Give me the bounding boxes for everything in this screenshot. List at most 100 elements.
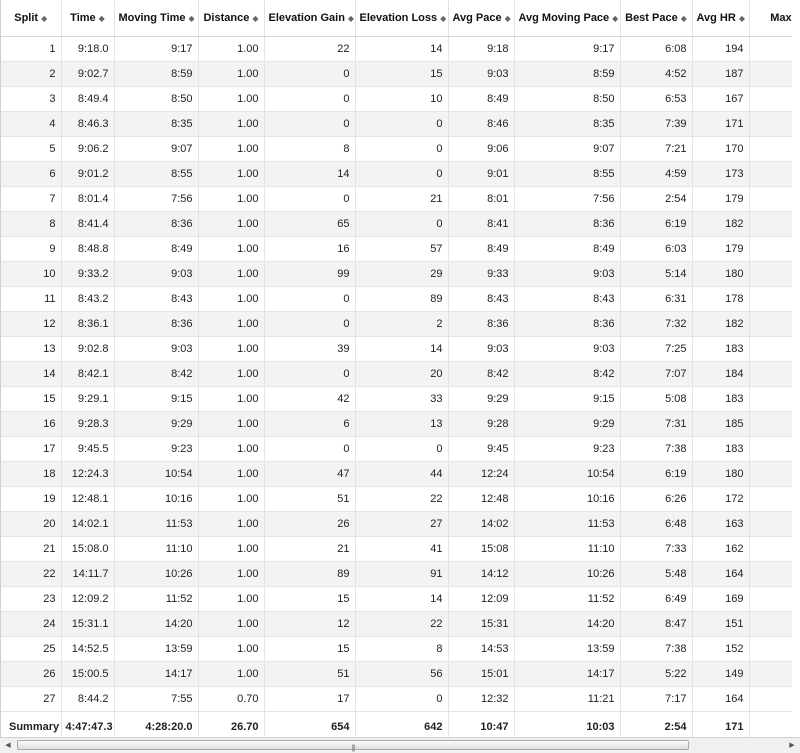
cell-distance: 1.00 (198, 86, 265, 112)
cell-best-pace: 5:14 (620, 261, 693, 287)
cell-avg-pace: 9:45 (448, 436, 515, 462)
cell-max-hr: 1 (749, 686, 792, 712)
cell-moving-time: 8:43 (114, 286, 199, 312)
cell-time: 9:33.2 (61, 261, 115, 287)
cell-moving-time: 9:07 (114, 136, 199, 162)
cell-max-hr: 1 (749, 136, 792, 162)
cell-elevation-gain: 8 (264, 136, 356, 162)
cell-elevation-gain: 14 (264, 161, 356, 187)
column-header-distance[interactable]: Distance ◆ (198, 0, 265, 37)
cell-time: 12:48.1 (61, 486, 115, 512)
cell-distance: 1.00 (198, 336, 265, 362)
column-header-best-pace[interactable]: Best Pace ◆ (620, 0, 693, 37)
cell-split: 24 (1, 611, 62, 637)
cell-max-hr: 1 (749, 411, 792, 437)
cell-time: 15:08.0 (61, 536, 115, 562)
cell-max-hr: 1 (749, 361, 792, 387)
table-row: 2514:52.513:591.0015814:5313:597:381521 (1, 636, 792, 662)
cell-best-pace: 7:21 (620, 136, 693, 162)
column-header-elevation-gain[interactable]: Elevation Gain ◆ (264, 0, 356, 37)
column-header-time[interactable]: Time ◆ (61, 0, 115, 37)
cell-max-hr: 1 (749, 236, 792, 262)
cell-avg-pace: 12:24 (448, 461, 515, 487)
cell-distance: 1.00 (198, 636, 265, 662)
sort-arrows-icon: ◆ (98, 14, 105, 23)
table-row: 2312:09.211:521.00151412:0911:526:491691 (1, 586, 792, 612)
cell-elevation-loss: 0 (355, 161, 449, 187)
cell-elevation-gain: 99 (264, 261, 356, 287)
cell-elevation-loss: 29 (355, 261, 449, 287)
cell-max-hr: 1 (749, 561, 792, 587)
cell-time: 8:01.4 (61, 186, 115, 212)
cell-distance: 1.00 (198, 186, 265, 212)
cell-best-pace: 6:48 (620, 511, 693, 537)
horizontal-scrollbar[interactable]: ◀ ||| ▶ (0, 737, 800, 753)
sort-arrows-icon: ◆ (612, 14, 619, 23)
sort-arrows-icon: ◆ (738, 14, 745, 23)
scroll-left-arrow-icon[interactable]: ◀ (0, 738, 16, 753)
cell-elevation-loss: 0 (355, 111, 449, 137)
table-row: 169:28.39:291.006139:289:297:311851 (1, 411, 792, 437)
cell-elevation-loss: 14 (355, 36, 449, 62)
scrollbar-thumb[interactable]: ||| (17, 740, 689, 752)
column-header-avg-hr[interactable]: Avg HR ◆ (692, 0, 750, 37)
cell-split: 10 (1, 261, 62, 287)
cell-elevation-loss: 8 (355, 636, 449, 662)
cell-distance: 1.00 (198, 211, 265, 237)
cell-distance: 1.00 (198, 486, 265, 512)
table-row: 109:33.29:031.0099299:339:035:141801 (1, 261, 792, 287)
table-row: 148:42.18:421.000208:428:427:071841 (1, 361, 792, 387)
cell-distance: 1.00 (198, 236, 265, 262)
cell-moving-time: 8:42 (114, 361, 199, 387)
cell-split: 13 (1, 336, 62, 362)
cell-max-hr: 1 (749, 586, 792, 612)
cell-moving-time: 11:53 (114, 511, 199, 537)
column-header-label: Elevation Gain (268, 12, 345, 24)
column-header-max-hr[interactable]: Max HR◆ (749, 0, 792, 37)
cell-elevation-loss: 0 (355, 686, 449, 712)
cell-moving-time: 14:20 (114, 611, 199, 637)
cell-avg-pace: 9:03 (448, 61, 515, 87)
cell-avg-pace: 8:49 (448, 236, 515, 262)
cell-best-pace: 2:54 (620, 186, 693, 212)
cell-elevation-gain: 17 (264, 686, 356, 712)
cell-best-pace: 5:08 (620, 386, 693, 412)
column-header-avg-pace[interactable]: Avg Pace ◆ (448, 0, 515, 37)
cell-best-pace: 7:31 (620, 411, 693, 437)
cell-time: 14:02.1 (61, 511, 115, 537)
cell-max-hr: 1 (749, 511, 792, 537)
cell-avg-moving-pace: 10:54 (514, 461, 621, 487)
cell-elevation-loss: 27 (355, 511, 449, 537)
cell-elevation-loss: 22 (355, 611, 449, 637)
summary-cell-elevation-loss: 642 (355, 711, 449, 737)
cell-time: 8:36.1 (61, 311, 115, 337)
cell-avg-pace: 12:48 (448, 486, 515, 512)
cell-avg-moving-pace: 11:53 (514, 511, 621, 537)
column-header-label: Avg HR (696, 12, 736, 24)
cell-time: 15:00.5 (61, 661, 115, 687)
cell-distance: 1.00 (198, 136, 265, 162)
cell-time: 8:42.1 (61, 361, 115, 387)
cell-max-hr: 1 (749, 386, 792, 412)
column-header-avg-moving-pace[interactable]: Avg Moving Pace ◆ (514, 0, 621, 37)
cell-time: 9:18.0 (61, 36, 115, 62)
column-header-elevation-loss[interactable]: Elevation Loss ◆ (355, 0, 449, 37)
cell-avg-hr: 167 (692, 86, 750, 112)
column-header-moving-time[interactable]: Moving Time ◆ (114, 0, 199, 37)
cell-best-pace: 6:19 (620, 211, 693, 237)
cell-split: 12 (1, 311, 62, 337)
cell-time: 8:44.2 (61, 686, 115, 712)
cell-elevation-gain: 0 (264, 436, 356, 462)
cell-distance: 1.00 (198, 561, 265, 587)
table-row: 2615:00.514:171.00515615:0114:175:221491 (1, 661, 792, 687)
cell-time: 9:06.2 (61, 136, 115, 162)
cell-moving-time: 8:35 (114, 111, 199, 137)
cell-avg-hr: 162 (692, 536, 750, 562)
cell-avg-pace: 9:29 (448, 386, 515, 412)
cell-time: 9:29.1 (61, 386, 115, 412)
sort-arrows-icon: ◆ (440, 14, 447, 23)
column-header-split[interactable]: Split ◆ (1, 0, 62, 37)
scroll-right-arrow-icon[interactable]: ▶ (784, 738, 800, 753)
column-header-label: Moving Time (118, 12, 186, 24)
cell-split: 7 (1, 186, 62, 212)
